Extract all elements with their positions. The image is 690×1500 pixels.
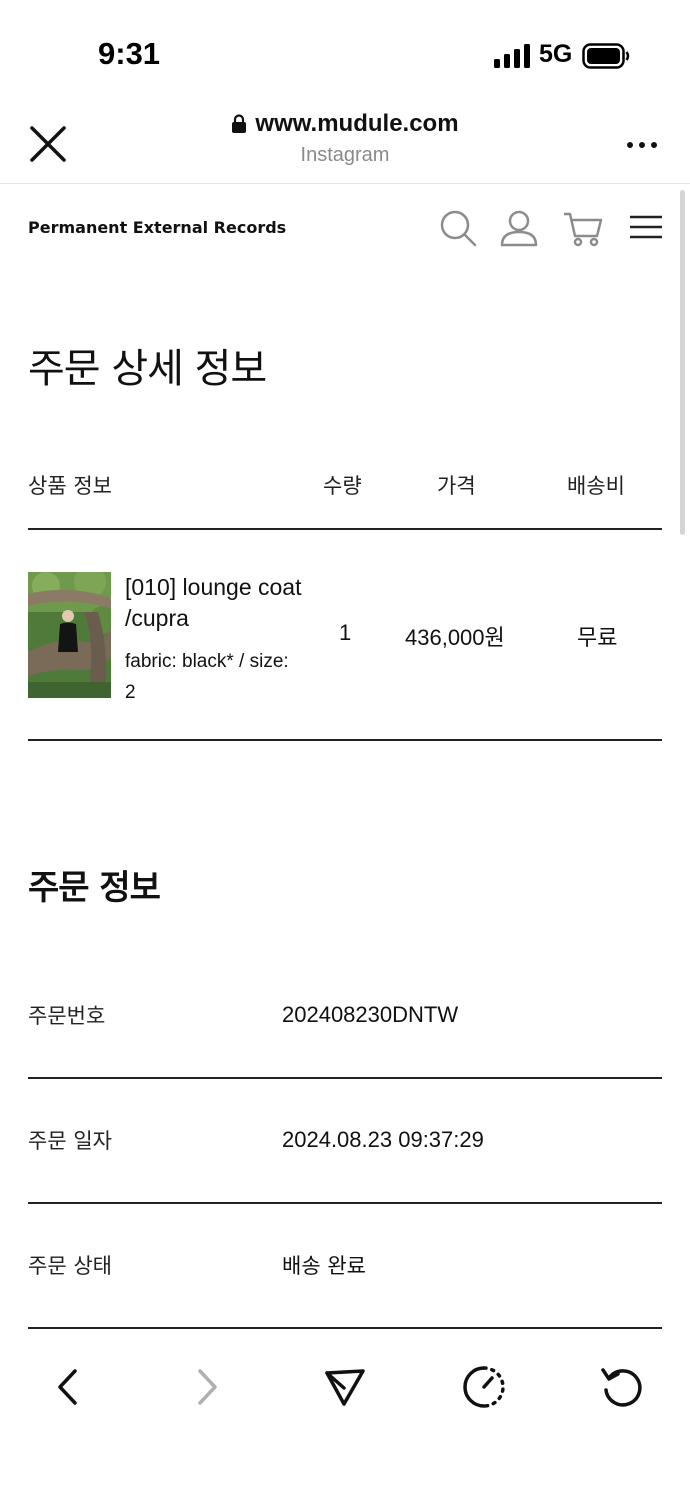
- speed-icon[interactable]: [459, 1362, 509, 1412]
- order-status-value: 배송 완료: [282, 1254, 366, 1278]
- browser-header: www.mudule.com Instagram: [0, 100, 690, 184]
- header-quantity: 수량: [323, 474, 362, 498]
- network-type: 5G: [539, 40, 573, 68]
- product-price: 436,000원: [405, 625, 505, 650]
- order-date-value: 2024.08.23 09:37:29: [282, 1127, 484, 1152]
- user-icon[interactable]: [499, 208, 539, 248]
- signal-bars-icon: [494, 44, 530, 68]
- share-icon[interactable]: [320, 1362, 370, 1412]
- search-icon[interactable]: [438, 208, 478, 248]
- more-dots-icon[interactable]: [626, 140, 658, 150]
- url-source: Instagram: [300, 144, 390, 166]
- lock-icon: [232, 114, 247, 133]
- header-product: 상품 정보: [28, 474, 112, 498]
- cart-icon[interactable]: [563, 208, 603, 248]
- order-info-title: 주문 정보: [28, 868, 161, 908]
- row-divider: [28, 1077, 662, 1079]
- status-time: 9:31: [98, 36, 161, 71]
- reload-icon[interactable]: [597, 1362, 647, 1412]
- product-thumbnail[interactable]: [28, 572, 111, 698]
- row-divider: [28, 1327, 662, 1329]
- product-quantity: 1: [339, 620, 352, 645]
- url-bar[interactable]: www.mudule.com Instagram: [0, 110, 690, 167]
- product-name[interactable]: [010] lounge coat /cupra: [125, 572, 305, 634]
- page-title: 주문 상세 정보: [28, 346, 267, 392]
- product-options: fabric: black* / size: 2: [125, 651, 289, 703]
- order-number-label: 주문번호: [28, 1004, 106, 1028]
- header-price: 가격: [437, 474, 476, 498]
- battery-icon: [582, 43, 630, 69]
- order-date-label: 주문 일자: [28, 1129, 112, 1153]
- table-divider: [28, 739, 662, 741]
- site-header: Permanent External Records: [0, 200, 690, 256]
- product-shipping: 무료: [577, 625, 618, 650]
- table-divider: [28, 528, 662, 530]
- brand-logo[interactable]: Permanent External Records: [28, 218, 286, 237]
- back-icon[interactable]: [43, 1362, 93, 1412]
- browser-toolbar: [0, 1340, 690, 1500]
- header-shipping: 배송비: [567, 474, 625, 498]
- menu-icon[interactable]: [627, 208, 667, 248]
- url-text: www.mudule.com: [255, 110, 459, 137]
- forward-icon[interactable]: [182, 1362, 232, 1412]
- row-divider: [28, 1202, 662, 1204]
- status-bar: 9:31 5G: [0, 0, 690, 100]
- order-status-label: 주문 상태: [28, 1254, 112, 1278]
- order-number-value: 202408230DNTW: [282, 1002, 459, 1027]
